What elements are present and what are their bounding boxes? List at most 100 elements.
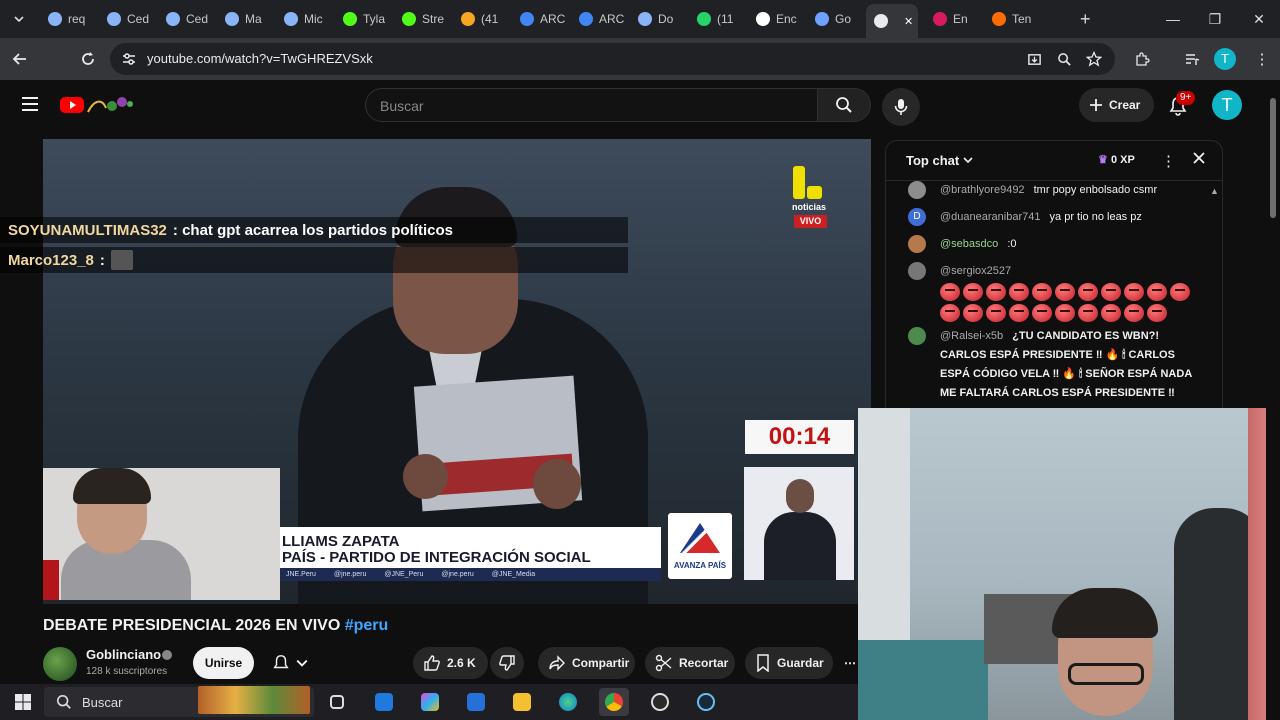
browser-tab[interactable]: ARC [512, 6, 567, 32]
star-icon [1086, 51, 1102, 67]
youtube-logo[interactable] [60, 94, 140, 116]
puzzle-icon [1136, 52, 1150, 66]
chat-mode-selector[interactable]: Top chat [906, 153, 973, 168]
join-button[interactable]: Unirse [193, 647, 254, 679]
guide-menu-button[interactable] [20, 96, 42, 114]
chat-username[interactable]: @brathlyore9492 [940, 184, 1025, 196]
search-input[interactable]: Buscar [365, 88, 818, 122]
browser-tab[interactable]: En [925, 6, 980, 32]
url-text: youtube.com/watch?v=TwGHREZVSxk [147, 51, 373, 66]
chat-username[interactable]: @Ralsei-x5b [940, 330, 1003, 342]
party-logo: AVANZA PAÍS [668, 513, 732, 579]
youtube-logo-icon [60, 97, 133, 113]
browser-tab[interactable]: Ced [158, 6, 213, 32]
channel-name[interactable]: Goblinciano [86, 647, 161, 662]
install-app-button[interactable] [1022, 47, 1046, 71]
browser-tab[interactable]: Tyla [335, 6, 390, 32]
hashtag-link[interactable]: #peru [345, 617, 389, 634]
close-tab-icon[interactable]: ✕ [904, 15, 913, 28]
new-tab-button[interactable]: + [1080, 9, 1091, 30]
close-window-button[interactable]: ✕ [1236, 6, 1280, 32]
more-actions-button[interactable]: ⋯ [840, 647, 858, 679]
browser-tab[interactable]: Go [807, 6, 862, 32]
chat-username[interactable]: @duanearanibar741 [940, 211, 1040, 223]
browser-tab[interactable]: (41 [453, 6, 508, 32]
share-button[interactable]: Compartir [538, 647, 635, 679]
scrollbar-thumb[interactable] [1270, 98, 1276, 218]
browser-tab[interactable]: Mic [276, 6, 331, 32]
steam-app[interactable] [691, 688, 721, 716]
media-control-button[interactable] [1180, 47, 1204, 71]
browser-tab-label: Ced [127, 12, 150, 26]
browser-tab[interactable]: req [40, 6, 95, 32]
video-title-text: DEBATE PRESIDENCIAL 2026 EN VIVO [43, 617, 341, 634]
chat-more-button[interactable]: ⋮ [1161, 152, 1176, 170]
browser-tab[interactable]: Ced [99, 6, 154, 32]
browser-tab[interactable]: ARC [571, 6, 626, 32]
browser-tab[interactable]: Enc [748, 6, 803, 32]
browser-tab-label: En [953, 12, 968, 26]
extensions-button[interactable] [1130, 47, 1154, 71]
chat-username[interactable]: @sebasdco [940, 238, 998, 250]
sign-language-interpreter [744, 467, 854, 580]
browser-tab-label: Stre [422, 12, 445, 26]
maximize-button[interactable]: ❐ [1192, 6, 1238, 32]
reload-button[interactable] [76, 47, 100, 71]
browser-tab[interactable]: Ten [984, 6, 1039, 32]
edge-app[interactable] [553, 688, 583, 716]
zoom-button[interactable] [1052, 47, 1076, 71]
create-label: Crear [1109, 98, 1141, 112]
thumbs-up-icon [424, 655, 440, 671]
bell-ring-icon [273, 655, 289, 669]
browser-tab[interactable]: (11 [689, 6, 744, 32]
reload-icon [82, 52, 94, 65]
address-bar[interactable]: youtube.com/watch?v=TwGHREZVSxk [110, 43, 1115, 75]
chrome-app[interactable] [599, 688, 629, 716]
voice-search-button[interactable] [882, 88, 920, 126]
chat-scroll-up-icon[interactable]: ▲ [1210, 186, 1219, 196]
like-button[interactable]: 2.6 K [413, 647, 488, 679]
channel-avatar[interactable] [43, 647, 77, 681]
back-button[interactable] [8, 47, 32, 71]
page-scrollbar[interactable] [1266, 80, 1280, 720]
chat-username[interactable]: @sergiox2527 [940, 265, 1011, 277]
emoji-icon [1009, 304, 1029, 322]
overlay-chat-user: Marco123_8 [8, 251, 94, 269]
obs-app[interactable] [645, 688, 675, 716]
save-button[interactable]: Guardar [745, 647, 833, 679]
dislike-button[interactable] [490, 647, 524, 679]
browser-tab-label: req [68, 12, 86, 26]
copilot-app[interactable] [415, 688, 445, 716]
streamer-webcam-overlay [43, 468, 280, 600]
outlook-app[interactable] [369, 688, 399, 716]
xp-badge[interactable]: ♛ 0 XP [1098, 153, 1135, 166]
bookmark-star-button[interactable] [1082, 47, 1106, 71]
browser-tab[interactable]: Ma [217, 6, 272, 32]
chat-close-button[interactable] [1192, 151, 1206, 170]
profile-avatar[interactable]: T [1214, 48, 1236, 70]
tab-search-button[interactable] [8, 8, 30, 30]
store-app[interactable] [461, 688, 491, 716]
chevron-down-icon [14, 16, 24, 23]
minimize-button[interactable]: — [1150, 6, 1196, 32]
browser-tab[interactable]: ✕ [866, 4, 918, 38]
audio-icon [874, 14, 888, 28]
notification-bell-button[interactable] [262, 647, 320, 679]
user-avatar [908, 327, 926, 345]
start-button[interactable] [8, 688, 38, 716]
browser-menu-button[interactable]: ⋮ [1250, 47, 1274, 71]
crown-icon: ♛ [1098, 154, 1108, 166]
search-button[interactable] [817, 88, 871, 122]
kick-icon [402, 12, 416, 26]
task-view-button[interactable] [322, 688, 352, 716]
clip-button[interactable]: Recortar [645, 647, 735, 679]
browser-tab[interactable]: Do [630, 6, 685, 32]
notifications-badge: 9+ [1176, 91, 1196, 105]
create-button[interactable]: Crear [1079, 88, 1154, 122]
site-info-icon[interactable] [121, 51, 137, 67]
file-explorer-app[interactable] [507, 688, 537, 716]
account-avatar[interactable]: T [1212, 90, 1242, 120]
browser-tab[interactable]: Stre [394, 6, 449, 32]
browser-tab-label: ARC [599, 12, 625, 26]
news-logo-name: noticias [791, 202, 826, 212]
